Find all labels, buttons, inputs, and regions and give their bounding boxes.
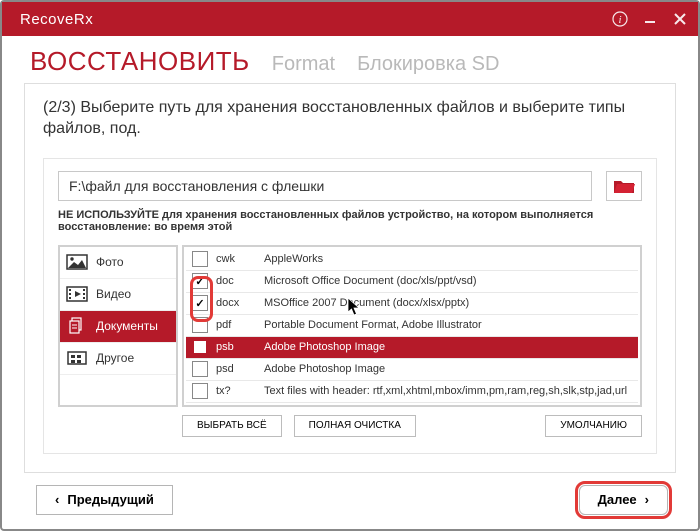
file-desc: Adobe Photoshop Image <box>262 363 638 375</box>
documents-icon <box>66 317 88 335</box>
checkbox[interactable] <box>192 295 208 311</box>
file-desc: Text files with header: rtf,xml,xhtml,mb… <box>262 385 638 397</box>
checkbox[interactable] <box>192 317 208 333</box>
file-desc: AppleWorks <box>262 253 638 265</box>
file-ext: docx <box>214 297 262 309</box>
chevron-right-icon: › <box>645 492 649 507</box>
category-other[interactable]: Другое <box>60 343 176 375</box>
file-type-row[interactable]: tx? Text files with header: rtf,xml,xhtm… <box>186 381 638 403</box>
content-panel: (2/3) Выберите путь для хранения восстан… <box>24 83 676 473</box>
checkbox[interactable] <box>192 383 208 399</box>
defaults-button[interactable]: УМОЛЧАНИЮ <box>545 415 642 437</box>
app-title: RecoveRx <box>20 11 93 28</box>
file-desc: Adobe Photoshop Image <box>262 341 638 353</box>
titlebar: RecoveRx i <box>2 2 698 36</box>
step-instruction: (2/3) Выберите путь для хранения восстан… <box>43 98 657 140</box>
category-label: Документы <box>96 319 158 333</box>
file-ext: psd <box>214 363 262 375</box>
video-icon <box>66 285 88 303</box>
tab-blocking[interactable]: Блокировка SD <box>357 53 499 76</box>
file-type-row[interactable]: psb Adobe Photoshop Image <box>186 337 638 359</box>
selection-buttons: ВЫБРАТЬ ВСЁ ПОЛНАЯ ОЧИСТКА УМОЛЧАНИЮ <box>182 415 642 437</box>
file-ext: doc <box>214 275 262 287</box>
category-video[interactable]: Видео <box>60 279 176 311</box>
category-documents[interactable]: Документы <box>60 311 176 343</box>
file-ext: pdf <box>214 319 262 331</box>
file-type-row[interactable]: cwk AppleWorks <box>186 249 638 271</box>
svg-text:i: i <box>618 14 621 26</box>
file-type-list: cwk AppleWorks doc Microsoft Office Docu… <box>182 245 642 407</box>
select-all-button[interactable]: ВЫБРАТЬ ВСЁ <box>182 415 282 437</box>
file-type-row[interactable]: pdf Portable Document Format, Adobe Illu… <box>186 315 638 337</box>
file-desc: Microsoft Office Document (doc/xls/ppt/v… <box>262 275 638 287</box>
warning-text: НЕ ИСПОЛЬЗУЙТЕ для хранения восстановлен… <box>58 209 642 233</box>
category-photo[interactable]: Фото <box>60 247 176 279</box>
tab-bar: ВОССТАНОВИТЬ Format Блокировка SD <box>2 36 698 83</box>
tab-recover[interactable]: ВОССТАНОВИТЬ <box>30 46 250 77</box>
minimize-icon[interactable] <box>642 11 658 27</box>
checkbox[interactable] <box>192 251 208 267</box>
chevron-left-icon: ‹ <box>55 492 59 507</box>
category-label: Фото <box>96 255 124 269</box>
recovery-path-input[interactable] <box>58 171 592 201</box>
file-ext: cwk <box>214 253 262 265</box>
prev-label: Предыдущий <box>67 492 153 507</box>
tab-format[interactable]: Format <box>272 53 335 76</box>
checkbox[interactable] <box>192 339 208 355</box>
next-label: Далее <box>598 492 637 507</box>
inner-panel: НЕ ИСПОЛЬЗУЙТЕ для хранения восстановлен… <box>43 158 657 454</box>
category-list: Фото Видео Документы Другое <box>58 245 178 407</box>
file-type-row[interactable]: doc Microsoft Office Document (doc/xls/p… <box>186 271 638 293</box>
file-ext: psb <box>214 341 262 353</box>
other-icon <box>66 349 88 367</box>
nav-bar: ‹ Предыдущий Далее › <box>2 473 698 515</box>
type-picker: Фото Видео Документы Другое c <box>58 245 642 407</box>
window-controls: i <box>612 11 688 27</box>
clear-all-button[interactable]: ПОЛНАЯ ОЧИСТКА <box>294 415 416 437</box>
photo-icon <box>66 253 88 271</box>
file-desc: Portable Document Format, Adobe Illustra… <box>262 319 638 331</box>
category-label: Видео <box>96 287 131 301</box>
browse-folder-button[interactable] <box>606 171 642 201</box>
path-row <box>58 171 642 201</box>
file-ext: tx? <box>214 385 262 397</box>
file-desc: MSOffice 2007 Document (docx/xlsx/pptx) <box>262 297 638 309</box>
checkbox[interactable] <box>192 361 208 377</box>
file-type-row[interactable]: docx MSOffice 2007 Document (docx/xlsx/p… <box>186 293 638 315</box>
close-icon[interactable] <box>672 11 688 27</box>
info-icon[interactable]: i <box>612 11 628 27</box>
prev-button[interactable]: ‹ Предыдущий <box>36 485 173 515</box>
category-label: Другое <box>96 351 134 365</box>
file-type-row[interactable]: psd Adobe Photoshop Image <box>186 359 638 381</box>
next-button[interactable]: Далее › <box>579 485 668 515</box>
checkbox[interactable] <box>192 273 208 289</box>
